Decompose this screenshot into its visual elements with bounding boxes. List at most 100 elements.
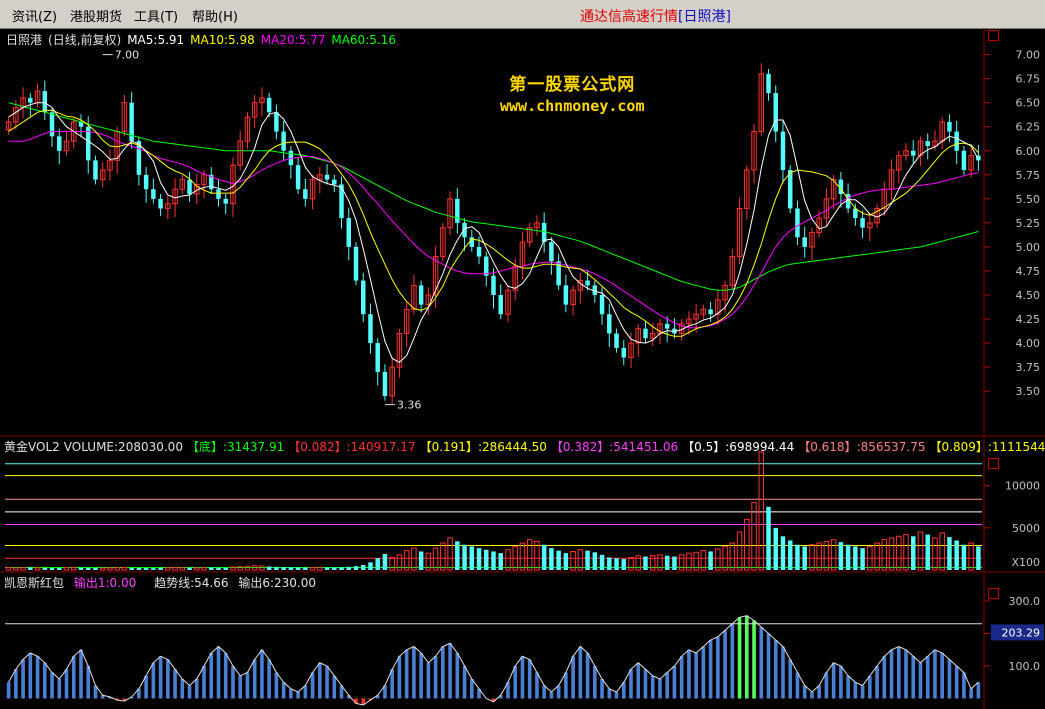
volume-bar bbox=[795, 544, 800, 570]
volume-bar bbox=[853, 546, 858, 570]
candle-body bbox=[766, 73, 771, 94]
volume-bar bbox=[42, 567, 48, 570]
volume-bar bbox=[121, 566, 128, 571]
candle-body bbox=[143, 174, 149, 190]
price-tick-label: 4.50 bbox=[1016, 289, 1041, 302]
candle-body bbox=[541, 222, 547, 243]
volume-bar bbox=[469, 546, 475, 570]
candle-body bbox=[664, 323, 670, 329]
volume-bar bbox=[729, 542, 736, 571]
volume-bar bbox=[34, 567, 41, 571]
volume-bar bbox=[165, 567, 171, 571]
window-box-icon[interactable] bbox=[988, 588, 999, 599]
volume-bar bbox=[360, 564, 366, 570]
candle-body bbox=[274, 112, 279, 132]
volume-bar bbox=[93, 567, 98, 570]
volume-bar bbox=[309, 566, 316, 571]
volume-bar bbox=[13, 567, 19, 571]
volume-bar bbox=[78, 567, 84, 570]
volume-bar bbox=[57, 567, 62, 570]
candle-body bbox=[187, 179, 192, 195]
candle-body bbox=[911, 150, 916, 156]
candle-body bbox=[491, 275, 496, 295]
candle-body bbox=[607, 314, 612, 334]
candle-body bbox=[223, 198, 228, 204]
price-tick-label: 4.75 bbox=[1016, 265, 1041, 278]
volume-bar bbox=[541, 544, 547, 570]
volume-bar bbox=[440, 542, 446, 571]
volume-bar bbox=[780, 536, 786, 570]
window-box-icon[interactable] bbox=[988, 30, 999, 41]
volume-bar bbox=[274, 566, 279, 570]
volume-bar bbox=[787, 540, 793, 570]
window-box-icon[interactable] bbox=[988, 458, 999, 469]
volume-bar bbox=[896, 535, 902, 571]
extreme-label: 3.36 bbox=[397, 399, 422, 412]
volume-bar bbox=[216, 567, 221, 570]
current-value-label: 203.29 bbox=[1002, 626, 1041, 639]
candle-body bbox=[563, 285, 569, 305]
candle-body bbox=[295, 165, 301, 190]
volume-bar bbox=[939, 532, 945, 571]
volume-bar bbox=[954, 540, 959, 570]
volume-bar bbox=[628, 556, 634, 571]
volume-bar bbox=[917, 531, 924, 571]
volume-bar bbox=[498, 553, 503, 570]
volume-bar bbox=[484, 549, 489, 570]
volume-bar bbox=[563, 553, 569, 570]
volume-bar bbox=[845, 544, 851, 570]
candle-body bbox=[28, 97, 33, 103]
volume-bar bbox=[736, 531, 743, 571]
candle-body bbox=[614, 333, 619, 348]
candle-body bbox=[382, 371, 388, 396]
volume-bar bbox=[288, 567, 294, 570]
extreme-label: 7.00 bbox=[115, 49, 140, 62]
volume-bar bbox=[107, 567, 113, 571]
volume-bar bbox=[455, 541, 460, 570]
volume-bar bbox=[672, 556, 677, 570]
indicator-tick-label: 300.0 bbox=[1009, 595, 1041, 608]
candle-body bbox=[353, 246, 359, 281]
volume-bar bbox=[881, 539, 888, 571]
volume-bar bbox=[151, 568, 156, 570]
volume-bar bbox=[201, 567, 207, 571]
volume-bar bbox=[592, 552, 598, 570]
volume-bar bbox=[353, 566, 359, 570]
volume-bar bbox=[143, 568, 149, 570]
volume-bar bbox=[136, 567, 142, 570]
volume-tick-label: 5000 bbox=[1012, 522, 1040, 535]
volume-bar bbox=[71, 567, 77, 571]
volume-bar bbox=[751, 502, 757, 571]
candle-body bbox=[954, 131, 959, 151]
volume-bar bbox=[158, 567, 163, 570]
volume-bar bbox=[809, 544, 815, 571]
volume-bar bbox=[209, 567, 214, 570]
volume-bar bbox=[961, 544, 967, 570]
candle-body bbox=[346, 218, 352, 247]
volume-bar bbox=[585, 550, 590, 570]
candle-body bbox=[947, 121, 952, 132]
volume-bar bbox=[187, 567, 192, 570]
volume-bar bbox=[339, 567, 344, 570]
candle-body bbox=[484, 256, 489, 276]
volume-bar bbox=[838, 542, 844, 570]
volume-bar bbox=[432, 547, 439, 571]
volume-bar bbox=[375, 558, 380, 570]
volume-bar bbox=[5, 566, 12, 571]
price-tick-label: 6.00 bbox=[1016, 145, 1041, 158]
volume-bar bbox=[621, 559, 627, 570]
candle-body bbox=[476, 246, 482, 257]
volume-bar bbox=[411, 547, 417, 571]
volume-bar bbox=[49, 568, 55, 570]
price-tick-label: 3.50 bbox=[1016, 385, 1041, 398]
volume-bar bbox=[332, 567, 337, 570]
volume-bar bbox=[830, 539, 837, 571]
candle-body bbox=[802, 237, 807, 247]
volume-bar bbox=[368, 562, 373, 570]
volume-bar bbox=[860, 548, 865, 570]
candle-body bbox=[621, 347, 627, 358]
candle-body bbox=[93, 160, 98, 180]
price-tick-label: 7.00 bbox=[1016, 49, 1041, 62]
volume-bar bbox=[766, 506, 771, 570]
candle-body bbox=[462, 222, 467, 238]
